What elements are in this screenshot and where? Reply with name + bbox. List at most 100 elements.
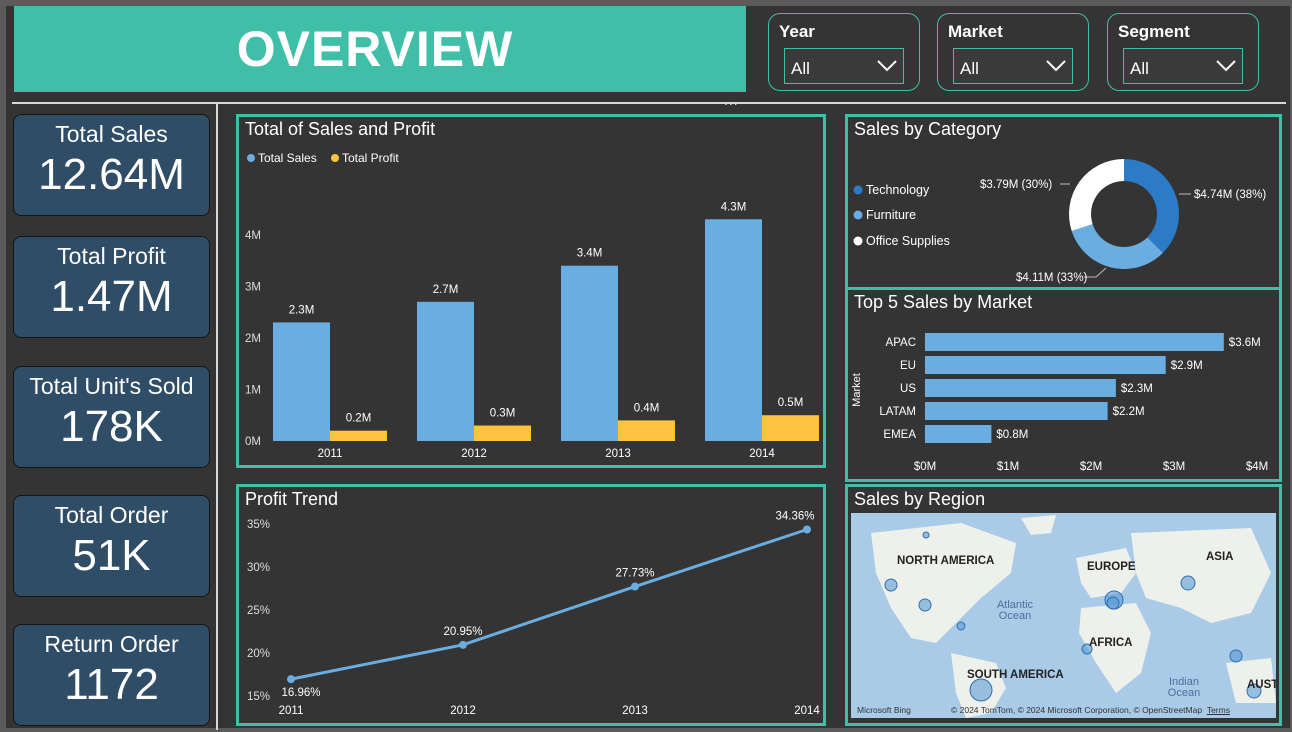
kpi-value: 1172 xyxy=(64,660,159,709)
map-label-asia: ASIA xyxy=(1206,551,1234,563)
map-label-europe: EUROPE xyxy=(1087,561,1136,573)
page-title-banner: OVERVIEW xyxy=(14,6,746,92)
legend-label-profit: Total Profit xyxy=(342,151,399,165)
y-tick-label: 25% xyxy=(247,605,270,617)
bar-total-profit[interactable] xyxy=(330,430,387,441)
data-label: $2.9M xyxy=(1171,360,1203,372)
kpi-card-return-order: Return Order 1172 xyxy=(13,624,210,726)
bar-total-profit[interactable] xyxy=(762,415,819,441)
data-label: 16.96% xyxy=(281,687,320,699)
terms-link[interactable]: Terms xyxy=(1207,705,1230,715)
bar-total-sales[interactable] xyxy=(417,301,474,441)
category-donut-chart: Technology Furniture Office Supplies $4.… xyxy=(853,159,1266,284)
y-tick-label: APAC xyxy=(886,337,916,349)
map-bubble[interactable] xyxy=(1106,596,1120,610)
chevron-down-icon xyxy=(877,60,897,72)
y-tick-label: 1M xyxy=(245,384,261,396)
profit-trend-panel: Profit Trend 15% 20% 25% 30% 35% 16.96% 2011 20… xyxy=(236,484,826,726)
bar-total-sales[interactable] xyxy=(273,322,330,441)
more-options-icon[interactable]: ... xyxy=(724,92,739,108)
market-dropdown-value: All xyxy=(960,59,979,78)
market-dropdown[interactable]: All xyxy=(953,48,1073,84)
map-label-africa: AFRICA xyxy=(1089,637,1133,649)
x-tick-label: 2011 xyxy=(279,705,304,717)
legend-marker-profit xyxy=(331,154,339,162)
market-bar[interactable] xyxy=(925,356,1166,374)
x-tick-label: 2012 xyxy=(461,448,487,460)
x-tick-label: $0M xyxy=(914,461,936,473)
x-tick-label: $1M xyxy=(997,461,1019,473)
data-label: 4.3M xyxy=(721,201,747,213)
bar-total-sales[interactable] xyxy=(561,265,618,441)
segment-dropdown[interactable]: All xyxy=(1123,48,1243,84)
x-tick-label: 2014 xyxy=(794,705,820,717)
data-label: $3.6M xyxy=(1229,337,1261,349)
legend-marker-sales xyxy=(247,154,255,162)
y-tick-label: 35% xyxy=(247,519,270,531)
kpi-card-total-profit: Total Profit 1.47M xyxy=(13,236,210,338)
kpi-value: 1.47M xyxy=(50,272,173,321)
kpi-card-total-sales: Total Sales 12.64M xyxy=(13,114,210,216)
map-bubble[interactable] xyxy=(884,578,898,592)
kpi-value: 178K xyxy=(60,402,163,451)
profit-trend-chart: 15% 20% 25% 30% 35% 16.96% 2011 20.95% 2012 27.73… xyxy=(247,511,820,717)
kpi-value: 12.64M xyxy=(38,150,185,199)
y-tick-label: 20% xyxy=(247,648,270,660)
y-tick-label: 15% xyxy=(247,691,270,703)
donut-label-technology: $4.74M (38%) xyxy=(1194,189,1266,201)
map-bubble[interactable] xyxy=(956,621,966,631)
map-bubble[interactable] xyxy=(1229,649,1243,663)
line-point[interactable] xyxy=(803,525,811,534)
map-label-atlantic: Atlantic Ocean xyxy=(996,599,1034,622)
year-dropdown-value: All xyxy=(791,59,810,78)
kpi-label: Total Profit xyxy=(57,243,166,269)
map-bubble[interactable] xyxy=(918,598,932,612)
data-label: 2.3M xyxy=(289,304,315,316)
map-copyright: © 2024 TomTom, © 2024 Microsoft Corporat… xyxy=(951,705,1230,715)
kpi-label: Return Order xyxy=(44,631,179,657)
y-tick-label: 2M xyxy=(245,333,261,345)
kpi-value: 51K xyxy=(72,531,151,580)
y-tick-label: 3M xyxy=(245,281,261,293)
market-bar[interactable] xyxy=(925,425,992,443)
bar-total-sales[interactable] xyxy=(705,219,762,441)
year-dropdown[interactable]: All xyxy=(784,48,904,84)
sales-profit-chart: Total Sales Total Profit 0M 1M 2M 3M 4M 2.3M 0… xyxy=(245,151,819,460)
y-tick-label: 0M xyxy=(245,436,261,448)
data-label: 3.4M xyxy=(577,248,603,260)
x-tick-label: $4M xyxy=(1246,461,1268,473)
market-bar[interactable] xyxy=(925,333,1224,351)
donut-slice-technology[interactable] xyxy=(1124,159,1179,253)
bar-total-profit[interactable] xyxy=(618,420,675,441)
map-bubble[interactable] xyxy=(969,678,993,702)
data-label: 0.4M xyxy=(634,402,660,414)
x-tick-label: 2011 xyxy=(318,448,343,460)
data-label: 20.95% xyxy=(443,626,482,638)
line-point[interactable] xyxy=(459,640,467,649)
map-bubble[interactable] xyxy=(922,531,930,539)
segment-slicer-label: Segment xyxy=(1118,22,1190,41)
y-tick-label: EU xyxy=(900,360,916,372)
donut-slice-furniture[interactable] xyxy=(1071,224,1163,269)
y-axis-label: Market xyxy=(851,373,863,407)
legend-marker-technology xyxy=(853,185,863,195)
data-label: 27.73% xyxy=(615,568,654,580)
line-point[interactable] xyxy=(631,582,639,591)
region-map[interactable]: NORTH AMERICA EUROPE ASIA AFRICA SOUTH A… xyxy=(851,513,1276,718)
market-bar[interactable] xyxy=(925,379,1116,397)
line-point[interactable] xyxy=(287,675,295,684)
x-tick-label: 2013 xyxy=(605,448,631,460)
bar-total-profit[interactable] xyxy=(474,425,531,441)
y-tick-label: 4M xyxy=(245,230,261,242)
asia-shape xyxy=(1131,528,1271,623)
kpi-card-total-order: Total Order 51K xyxy=(13,495,210,597)
header-divider xyxy=(12,102,1286,104)
page-title: OVERVIEW xyxy=(236,21,514,77)
data-label: $2.3M xyxy=(1121,383,1153,395)
kpi-label: Total Order xyxy=(54,502,169,528)
map-bubble[interactable] xyxy=(1180,575,1196,591)
data-label: 34.36% xyxy=(775,511,814,523)
market-bar[interactable] xyxy=(925,402,1108,420)
data-label: 0.2M xyxy=(346,413,372,425)
donut-slice-office-supplies[interactable] xyxy=(1069,159,1124,231)
